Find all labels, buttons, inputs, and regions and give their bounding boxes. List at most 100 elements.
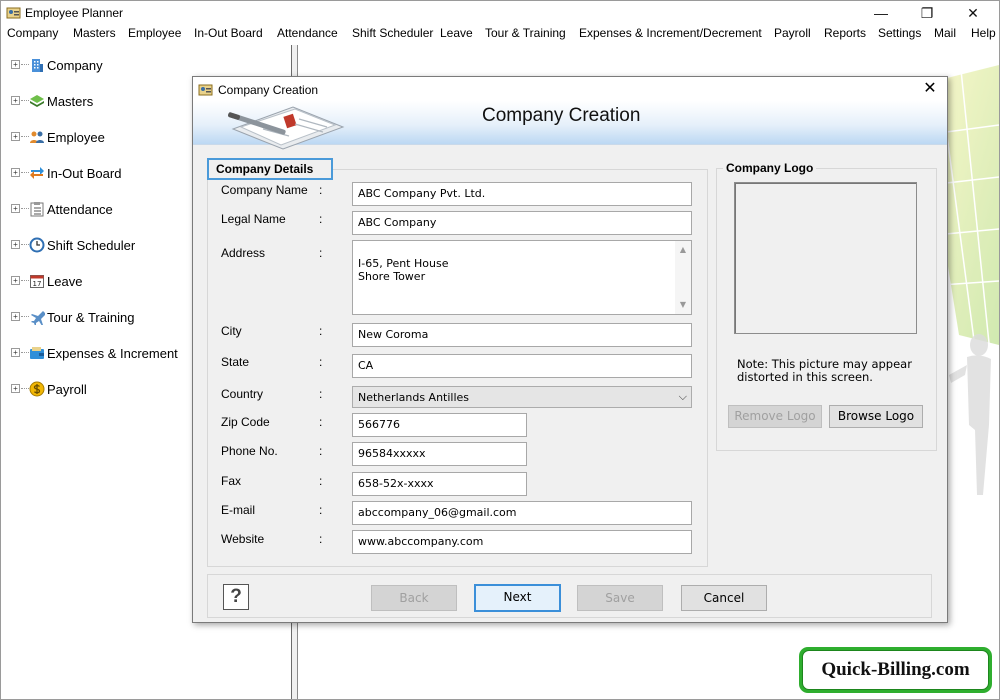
browse-logo-button[interactable]: Browse Logo bbox=[829, 405, 923, 428]
expand-icon[interactable]: + bbox=[11, 60, 20, 69]
help-icon[interactable]: ? bbox=[223, 584, 249, 610]
menu-payroll[interactable]: Payroll bbox=[774, 26, 811, 40]
checklist-icon bbox=[30, 202, 44, 217]
menu-leave[interactable]: Leave bbox=[440, 26, 473, 40]
remove-logo-button[interactable]: Remove Logo bbox=[728, 405, 822, 428]
tree-item-label: Shift Scheduler bbox=[47, 238, 136, 253]
colon: : bbox=[319, 474, 323, 488]
clock-icon bbox=[29, 237, 45, 253]
country-label: Country bbox=[221, 387, 264, 401]
scroll-down-icon[interactable]: ▼ bbox=[675, 298, 691, 312]
quick-billing-text: Quick-Billing.com bbox=[802, 650, 989, 690]
menu-masters[interactable]: Masters bbox=[73, 26, 116, 40]
logo-preview bbox=[734, 182, 917, 334]
city-label: City bbox=[221, 324, 242, 338]
calendar-icon: 17 bbox=[30, 275, 44, 288]
dialog-app-icon bbox=[198, 84, 213, 96]
maximize-button[interactable]: ❐ bbox=[907, 3, 947, 23]
save-button[interactable]: Save bbox=[577, 585, 663, 611]
title-bar: Employee Planner — ❐ ✕ bbox=[1, 1, 999, 24]
zip-code-input[interactable]: 566776 bbox=[352, 413, 527, 437]
expand-icon[interactable]: + bbox=[11, 132, 20, 141]
menu-in-out-board[interactable]: In-Out Board bbox=[194, 26, 263, 40]
website-input[interactable]: www.abccompany.com bbox=[352, 530, 692, 554]
menu-shift-scheduler[interactable]: Shift Scheduler bbox=[352, 26, 433, 40]
building-icon bbox=[32, 59, 43, 72]
expand-icon[interactable]: + bbox=[11, 240, 20, 249]
country-select[interactable]: Netherlands Antilles ⌵ bbox=[352, 386, 692, 408]
expand-icon[interactable]: + bbox=[11, 348, 20, 357]
coin-icon bbox=[29, 381, 45, 397]
back-button[interactable]: Back bbox=[371, 585, 457, 611]
colon: : bbox=[319, 444, 323, 458]
website-label: Website bbox=[221, 532, 265, 546]
address-scrollbar[interactable]: ▲ ▼ bbox=[675, 241, 691, 314]
cancel-button[interactable]: Cancel bbox=[681, 585, 767, 611]
state-input[interactable]: CA bbox=[352, 354, 692, 378]
dialog-title-bar: Company Creation ✕ bbox=[193, 77, 947, 101]
menu-company[interactable]: Company bbox=[7, 26, 58, 40]
expand-icon[interactable]: + bbox=[11, 384, 20, 393]
quick-billing-watermark: Quick-Billing.com bbox=[799, 647, 992, 693]
chevron-down-icon[interactable]: ⌵ bbox=[679, 390, 687, 404]
company-logo-label: Company Logo bbox=[723, 161, 817, 175]
airplane-icon bbox=[31, 311, 45, 325]
expand-icon[interactable]: + bbox=[11, 204, 20, 213]
tree-item-label: Expenses & Increment bbox=[47, 346, 178, 361]
menu-mail[interactable]: Mail bbox=[934, 26, 956, 40]
window-title: Employee Planner bbox=[25, 6, 124, 20]
menu-bar: Company Masters Employee In-Out Board At… bbox=[1, 24, 999, 44]
menu-attendance[interactable]: Attendance bbox=[277, 26, 338, 40]
minimize-button[interactable]: — bbox=[861, 3, 901, 23]
colon: : bbox=[319, 415, 323, 429]
menu-help[interactable]: Help bbox=[971, 26, 996, 40]
expand-icon[interactable]: + bbox=[11, 168, 20, 177]
city-input[interactable]: New Coroma bbox=[352, 323, 692, 347]
address-textarea[interactable]: I-65, Pent House Shore Tower ▲ ▼ bbox=[352, 240, 692, 315]
logo-note: Note: This picture may appear distorted … bbox=[737, 357, 912, 384]
close-window-button[interactable]: ✕ bbox=[953, 3, 993, 23]
colon: : bbox=[319, 324, 323, 338]
email-input[interactable]: abccompany_06@gmail.com bbox=[352, 501, 692, 525]
zip-code-label: Zip Code bbox=[221, 415, 270, 429]
dialog-title: Company Creation bbox=[218, 83, 319, 97]
tree-item-label: In-Out Board bbox=[47, 166, 122, 181]
tree-item-label: Payroll bbox=[47, 382, 87, 397]
menu-reports[interactable]: Reports bbox=[824, 26, 866, 40]
dialog-close-button[interactable]: ✕ bbox=[919, 79, 941, 99]
fax-label: Fax bbox=[221, 474, 242, 488]
colon: : bbox=[319, 503, 323, 517]
expand-icon[interactable]: + bbox=[11, 276, 20, 285]
colon: : bbox=[319, 246, 323, 260]
email-label: E-mail bbox=[221, 503, 256, 517]
expand-icon[interactable]: + bbox=[11, 96, 20, 105]
next-button[interactable]: Next bbox=[474, 584, 561, 612]
dialog-heading: Company Creation bbox=[482, 105, 641, 126]
colon: : bbox=[319, 532, 323, 546]
scroll-up-icon[interactable]: ▲ bbox=[675, 243, 691, 257]
fax-input[interactable]: 658-52x-xxxx bbox=[352, 472, 527, 496]
layers-icon bbox=[30, 95, 44, 107]
tree-item-label: Company bbox=[47, 58, 103, 73]
company-creation-dialog: Company Creation ✕ Company Creation Comp… bbox=[192, 76, 948, 623]
company-name-input[interactable]: ABC Company Pvt. Ltd. bbox=[352, 182, 692, 206]
menu-settings[interactable]: Settings bbox=[878, 26, 921, 40]
wallet-icon bbox=[30, 347, 44, 359]
tree-item-label: Employee bbox=[47, 130, 105, 145]
address-text: I-65, Pent House Shore Tower bbox=[358, 257, 449, 283]
expand-icon[interactable]: + bbox=[11, 312, 20, 321]
people-icon bbox=[30, 131, 44, 143]
phone-input[interactable]: 96584xxxxx bbox=[352, 442, 527, 466]
colon: : bbox=[319, 183, 323, 197]
country-selected-value: Netherlands Antilles bbox=[358, 391, 470, 404]
legal-name-input[interactable]: ABC Company bbox=[352, 211, 692, 235]
company-details-label: Company Details bbox=[207, 158, 333, 180]
tree-item-company[interactable]: + Company bbox=[9, 54, 291, 76]
menu-expenses[interactable]: Expenses & Increment/Decrement bbox=[579, 26, 762, 40]
address-label: Address bbox=[221, 246, 266, 260]
menu-tour-training[interactable]: Tour & Training bbox=[485, 26, 566, 40]
app-icon bbox=[6, 7, 21, 19]
colon: : bbox=[319, 355, 323, 369]
menu-employee[interactable]: Employee bbox=[128, 26, 181, 40]
company-name-label: Company Name bbox=[221, 183, 308, 197]
